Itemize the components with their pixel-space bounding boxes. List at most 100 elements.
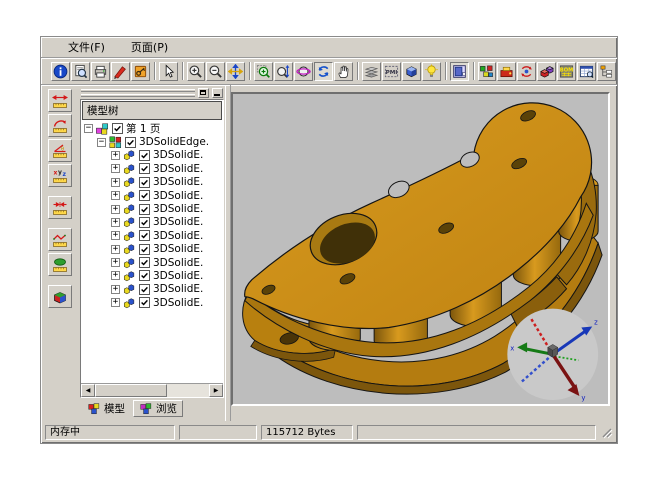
box3d-icon: [404, 64, 419, 79]
menu-file[interactable]: 文件(F): [59, 37, 114, 57]
tree-expander[interactable]: +: [111, 298, 120, 307]
tree-expander[interactable]: +: [111, 231, 120, 240]
tree-label[interactable]: 3DSolidE.: [153, 190, 203, 202]
zoom-out-button[interactable]: [206, 62, 225, 81]
refresh-button[interactable]: [314, 62, 333, 81]
resize-grip[interactable]: [600, 426, 613, 439]
tree-checkbox[interactable]: [139, 270, 150, 281]
tree-expander[interactable]: +: [111, 151, 120, 160]
tree-expander[interactable]: +: [111, 178, 120, 187]
snapshot-button[interactable]: [497, 62, 516, 81]
layers-button[interactable]: [362, 62, 381, 81]
viewport-3d[interactable]: x y z: [231, 92, 610, 406]
assembly-tree-button[interactable]: [478, 62, 497, 81]
tree-checkbox[interactable]: [125, 137, 136, 148]
tree-label[interactable]: 3DSolidE.: [153, 257, 203, 269]
tree-label[interactable]: 3DSolidE.: [153, 216, 203, 228]
box3d-button[interactable]: [402, 62, 421, 81]
zoom-dynamic-button[interactable]: [274, 62, 293, 81]
scroll-right-button[interactable]: ▶: [209, 384, 223, 397]
tree-label[interactable]: 3DSolidE.: [153, 149, 203, 161]
scroll-left-button[interactable]: ◀: [81, 384, 95, 397]
tree-expander[interactable]: +: [111, 245, 120, 254]
status-panel-1: 内存中: [45, 425, 175, 440]
tree-checkbox[interactable]: [139, 257, 150, 268]
panel-maximize-button[interactable]: [198, 88, 209, 98]
zoom-window-button[interactable]: [254, 62, 273, 81]
tree-panel: 模型树 − 第 1 页 − 3DSolidEdge. +3DSolidE. +3DSoli…: [79, 85, 225, 421]
measure-angle-button[interactable]: θ: [48, 139, 72, 162]
scroll-thumb[interactable]: [95, 384, 167, 397]
tree-label[interactable]: 3DSolidEdge.: [139, 136, 209, 148]
tree-checkbox[interactable]: [139, 217, 150, 228]
measure-area-button[interactable]: [48, 253, 72, 276]
pmi-button[interactable]: PMI: [382, 62, 401, 81]
report-table-button[interactable]: [577, 62, 596, 81]
measure-distance-button[interactable]: [48, 89, 72, 112]
measure-gap-button[interactable]: [48, 196, 72, 219]
solid-box-button[interactable]: [48, 285, 72, 308]
tab-browse[interactable]: 浏览: [133, 400, 183, 417]
tree-label[interactable]: 第 1 页: [126, 121, 160, 136]
part-icon: [122, 229, 137, 243]
lightbulb-button[interactable]: [422, 62, 441, 81]
tree-checkbox[interactable]: [139, 190, 150, 201]
pan-arrows-button[interactable]: [226, 62, 245, 81]
tree-checkbox[interactable]: [139, 230, 150, 241]
assembly-icon: [108, 135, 123, 149]
protect-key-button[interactable]: [131, 62, 150, 81]
tree-expander[interactable]: +: [111, 285, 120, 294]
scroll-track[interactable]: [167, 384, 209, 397]
tree-expander[interactable]: −: [97, 138, 106, 147]
tree-expander[interactable]: +: [111, 258, 120, 267]
panel-grip[interactable]: [81, 89, 195, 97]
tree-label[interactable]: 3DSolidE.: [153, 270, 203, 282]
tree-expander[interactable]: +: [111, 164, 120, 173]
model-tree-caption: 模型树: [82, 101, 222, 120]
info-button[interactable]: [51, 62, 70, 81]
tree-checkbox[interactable]: [112, 123, 123, 134]
tree-label[interactable]: 3DSolidE.: [153, 163, 203, 175]
rotate-orbit-button[interactable]: [294, 62, 313, 81]
bom-button[interactable]: BOM: [557, 62, 576, 81]
print-button[interactable]: [91, 62, 110, 81]
zoom-in-button[interactable]: [187, 62, 206, 81]
orbit-center-button[interactable]: [517, 62, 536, 81]
status-panel-4: [357, 425, 596, 440]
measure-radius-button[interactable]: [48, 114, 72, 137]
tab-model[interactable]: 模型: [82, 400, 130, 417]
tree-checkbox[interactable]: [139, 204, 150, 215]
tree-checkbox[interactable]: [139, 150, 150, 161]
tree-label[interactable]: 3DSolidE.: [153, 203, 203, 215]
tree-checkbox[interactable]: [139, 163, 150, 174]
tree-checkbox[interactable]: [139, 297, 150, 308]
markup-pen-button[interactable]: [111, 62, 130, 81]
protect-key-icon: [133, 64, 148, 79]
structure-tree-button[interactable]: [597, 62, 616, 81]
measure-coordinate-button[interactable]: xyz: [48, 164, 72, 187]
measure-distance-icon: [52, 93, 68, 109]
select-arrow-button[interactable]: [159, 62, 178, 81]
measure-polyline-button[interactable]: [48, 228, 72, 251]
tree-label[interactable]: 3DSolidE.: [153, 283, 203, 295]
tree-checkbox[interactable]: [139, 284, 150, 295]
tree-checkbox[interactable]: [139, 177, 150, 188]
solids-button[interactable]: [537, 62, 556, 81]
tree-label[interactable]: 3DSolidE.: [153, 297, 203, 309]
tree-expander[interactable]: +: [111, 205, 120, 214]
tree-label[interactable]: 3DSolidE.: [153, 176, 203, 188]
orbit-center-icon: [519, 64, 534, 79]
print-preview-button[interactable]: [71, 62, 90, 81]
tree-label[interactable]: 3DSolidE.: [153, 243, 203, 255]
views-manager-button[interactable]: [450, 62, 469, 81]
pan-hand-button[interactable]: [334, 62, 353, 81]
tree-checkbox[interactable]: [139, 244, 150, 255]
tree-expander[interactable]: −: [84, 124, 93, 133]
panel-minimize-button[interactable]: [212, 88, 223, 98]
tree-expander[interactable]: +: [111, 191, 120, 200]
tree-label[interactable]: 3DSolidE.: [153, 230, 203, 242]
svg-text:PMI: PMI: [385, 69, 397, 75]
tree-expander[interactable]: +: [111, 271, 120, 280]
tree-expander[interactable]: +: [111, 218, 120, 227]
menu-page[interactable]: 页面(P): [122, 37, 177, 57]
